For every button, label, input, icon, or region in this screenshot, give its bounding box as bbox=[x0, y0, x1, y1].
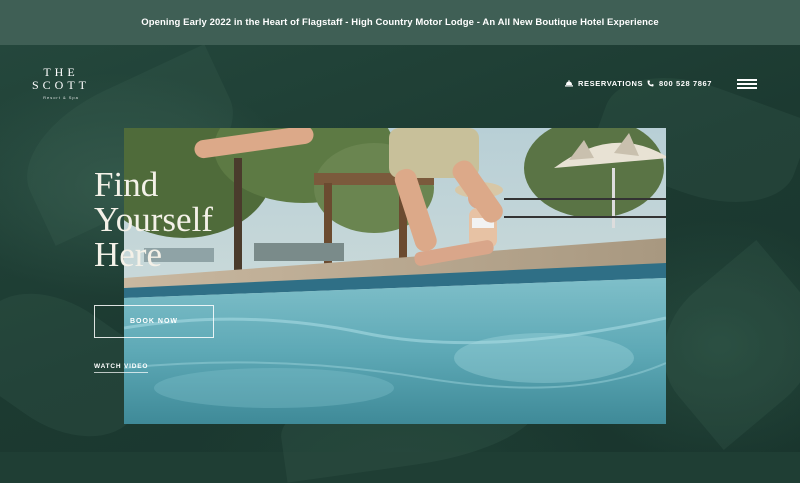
logo[interactable]: THE SCOTT Resort & Spa bbox=[30, 66, 92, 101]
headline-line-3: Here bbox=[94, 235, 163, 274]
announcement-bar: Opening Early 2022 in the Heart of Flags… bbox=[0, 0, 800, 45]
watch-video-link[interactable]: WATCH VIDEO bbox=[94, 363, 149, 373]
phone-number: 800 528 7867 bbox=[659, 79, 713, 88]
reservations-link[interactable]: RESERVATIONS bbox=[565, 79, 643, 88]
logo-tagline: Resort & Spa bbox=[43, 95, 79, 100]
reservations-label: RESERVATIONS bbox=[578, 79, 644, 88]
phone-icon bbox=[647, 80, 654, 87]
headline-line-2: Yourself bbox=[94, 200, 213, 239]
phone-link[interactable]: 800 528 7867 bbox=[647, 79, 712, 88]
headline-line-1: Find bbox=[94, 165, 159, 204]
hero-headline: Find Yourself Here bbox=[94, 167, 213, 272]
announcement-text: Opening Early 2022 in the Heart of Flags… bbox=[141, 17, 659, 28]
bell-icon bbox=[565, 80, 573, 87]
book-now-button[interactable]: BOOK NOW bbox=[94, 305, 214, 338]
hamburger-icon[interactable] bbox=[737, 79, 757, 89]
logo-line-2: SCOTT bbox=[31, 78, 90, 92]
